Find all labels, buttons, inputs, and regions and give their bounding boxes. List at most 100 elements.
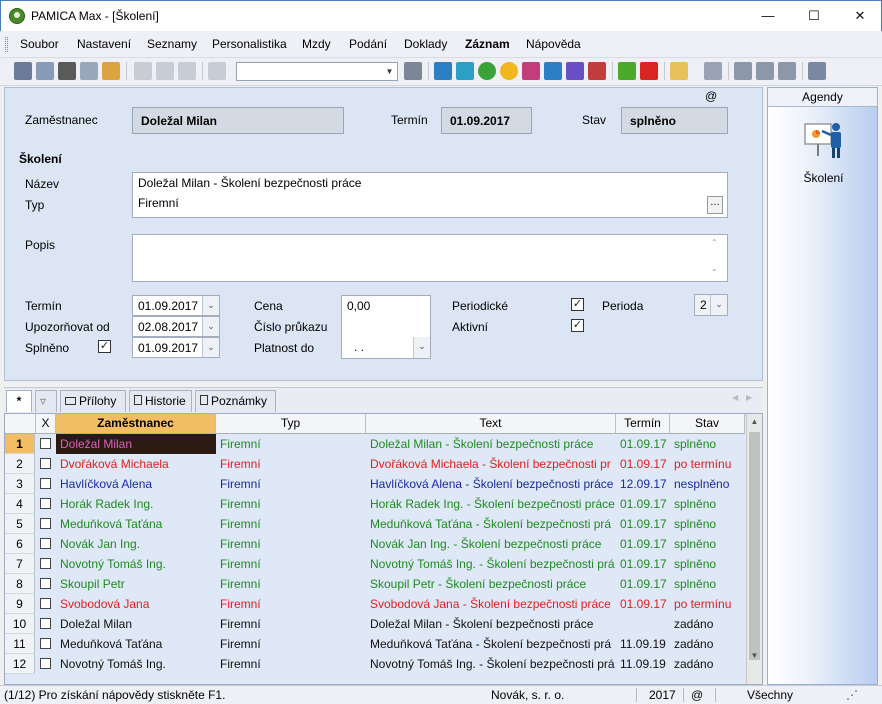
cell-status[interactable]: splněno: [670, 554, 745, 574]
scrollbar-thumb[interactable]: [749, 432, 760, 660]
list-icon[interactable]: [756, 62, 774, 80]
cell-date[interactable]: 01.09.17: [616, 434, 670, 454]
cell-text[interactable]: Novák Jan Ing. - Školení bezpečnosti prá…: [366, 534, 616, 554]
cena-input[interactable]: 0,00: [341, 295, 431, 316]
row-checkbox[interactable]: [40, 558, 51, 569]
cislo-input[interactable]: [341, 316, 431, 337]
tab-scroll-right-icon[interactable]: ▶: [746, 393, 752, 402]
cell-employee[interactable]: Novotný Tomáš Ing.: [56, 554, 216, 574]
menu-mzdy[interactable]: Mzdy: [302, 37, 331, 51]
person-yellow-icon[interactable]: [500, 62, 518, 80]
training-presentation-icon[interactable]: [803, 118, 845, 160]
help-icon[interactable]: [808, 62, 826, 80]
cell-text[interactable]: Dvořáková Michaela - Školení bezpečnosti…: [366, 454, 616, 474]
person-green-icon[interactable]: [478, 62, 496, 80]
chevron-down-icon[interactable]: ⌄: [710, 295, 727, 315]
table-row[interactable]: 10 Doležal Milan Firemní Doležal Milan - Šk…: [5, 614, 745, 634]
row-number[interactable]: 7: [5, 554, 35, 574]
cell-status[interactable]: splněno: [670, 514, 745, 534]
cell-date[interactable]: 01.09.17: [616, 514, 670, 534]
upozornovat-input[interactable]: 02.08.2017 ⌄: [132, 316, 220, 337]
table-row[interactable]: 2 Dvořáková Michaela Firemní Dvořáková Mich…: [5, 454, 745, 474]
tab-prilohy[interactable]: Přílohy: [60, 390, 126, 412]
menu-nastaveni[interactable]: Nastavení: [77, 37, 131, 51]
row-checkbox[interactable]: [40, 658, 51, 669]
cell-date[interactable]: 11.09.19: [616, 654, 670, 674]
cell-date[interactable]: 01.09.17: [616, 494, 670, 514]
cell-employee[interactable]: Doležal Milan: [56, 434, 216, 454]
cell-text[interactable]: Skoupil Petr - Školení bezpečnosti práce: [366, 574, 616, 594]
row-number[interactable]: 2: [5, 454, 35, 474]
cell-status[interactable]: splněno: [670, 534, 745, 554]
menu-zaznam[interactable]: Záznam: [465, 37, 510, 51]
cell-type[interactable]: Firemní: [216, 634, 366, 654]
cell-date[interactable]: 12.09.17: [616, 474, 670, 494]
row-checkbox[interactable]: [40, 478, 51, 489]
chevron-down-icon[interactable]: ▼: [383, 64, 396, 79]
cell-employee[interactable]: Novák Jan Ing.: [56, 534, 216, 554]
popis-textarea[interactable]: [132, 234, 728, 282]
chevron-down-icon[interactable]: ⌄: [413, 337, 430, 358]
new-record-icon[interactable]: [134, 62, 152, 80]
cell-employee[interactable]: Novotný Tomáš Ing.: [56, 654, 216, 674]
chevron-down-icon[interactable]: ⌄: [202, 296, 219, 315]
aktivni-checkbox[interactable]: ✓: [571, 319, 584, 332]
menu-personalistika[interactable]: Personalistika: [212, 37, 287, 51]
cell-employee[interactable]: Dvořáková Michaela: [56, 454, 216, 474]
print-icon[interactable]: [58, 62, 76, 80]
cell-status[interactable]: splněno: [670, 434, 745, 454]
cell-date[interactable]: [616, 614, 670, 634]
status-filter[interactable]: Všechny: [747, 688, 793, 702]
folder-icon[interactable]: [670, 62, 688, 80]
cell-status[interactable]: zadáno: [670, 654, 745, 674]
cell-status[interactable]: po termínu: [670, 594, 745, 614]
resize-grip-icon[interactable]: ⋰: [846, 688, 858, 702]
cell-employee[interactable]: Horák Radek Ing.: [56, 494, 216, 514]
cell-type[interactable]: Firemní: [216, 574, 366, 594]
cell-status[interactable]: zadáno: [670, 634, 745, 654]
m-blue2-icon[interactable]: [544, 62, 562, 80]
tab-historie[interactable]: Historie: [129, 390, 192, 412]
typ-browse-button[interactable]: …: [707, 196, 723, 214]
cell-status[interactable]: zadáno: [670, 614, 745, 634]
row-number[interactable]: 11: [5, 634, 35, 654]
m-flag-icon[interactable]: [588, 62, 606, 80]
row-checkbox[interactable]: [40, 438, 51, 449]
agendy-item-skoleni[interactable]: Školení: [768, 171, 879, 185]
close-button[interactable]: ✕: [837, 1, 882, 31]
m-purple-icon[interactable]: [566, 62, 584, 80]
table-row[interactable]: 5 Meduňková Taťána Firemní Meduňková Taťána…: [5, 514, 745, 534]
tab-poznamky[interactable]: Poznámky: [195, 390, 276, 412]
row-number[interactable]: 12: [5, 654, 35, 674]
tab-scroll-left-icon[interactable]: ◀: [732, 393, 738, 402]
chevron-down-icon[interactable]: ⌄: [202, 317, 219, 336]
green-flag-icon[interactable]: [618, 62, 636, 80]
calculator-icon[interactable]: [704, 62, 722, 80]
nazev-input[interactable]: Doležal Milan - Školení bezpečnosti prác…: [132, 172, 728, 193]
scroll-down-icon[interactable]: ⌄: [711, 264, 718, 273]
exit-icon[interactable]: [14, 62, 32, 80]
table-row[interactable]: 8 Skoupil Petr Firemní Skoupil Petr - Škole…: [5, 574, 745, 594]
cell-type[interactable]: Firemní: [216, 514, 366, 534]
filter-combo[interactable]: ▼: [236, 62, 398, 81]
m-red-icon[interactable]: [522, 62, 540, 80]
splneno-checkbox[interactable]: ✓: [98, 340, 111, 353]
table-row[interactable]: 3 Havlíčková Alena Firemní Havlíčková Alena…: [5, 474, 745, 494]
scroll-down-icon[interactable]: ▼: [747, 648, 762, 664]
col-header-zamestnanec[interactable]: Zaměstnanec: [56, 414, 216, 434]
row-checkbox[interactable]: [40, 498, 51, 509]
tools-icon[interactable]: [36, 62, 54, 80]
tab-filter[interactable]: ▿: [35, 390, 57, 412]
minimize-button[interactable]: —: [745, 1, 791, 31]
cell-employee[interactable]: Skoupil Petr: [56, 574, 216, 594]
cell-employee[interactable]: Svobodová Jana: [56, 594, 216, 614]
col-header-typ[interactable]: Typ: [216, 414, 366, 434]
agendy-header[interactable]: Agendy: [768, 88, 877, 107]
row-checkbox[interactable]: [40, 598, 51, 609]
row-checkbox[interactable]: [40, 638, 51, 649]
cell-type[interactable]: Firemní: [216, 654, 366, 674]
cell-employee[interactable]: Doležal Milan: [56, 614, 216, 634]
cell-type[interactable]: Firemní: [216, 474, 366, 494]
table-row[interactable]: 4 Horák Radek Ing. Firemní Horák Radek Ing.…: [5, 494, 745, 514]
cell-employee[interactable]: Havlíčková Alena: [56, 474, 216, 494]
